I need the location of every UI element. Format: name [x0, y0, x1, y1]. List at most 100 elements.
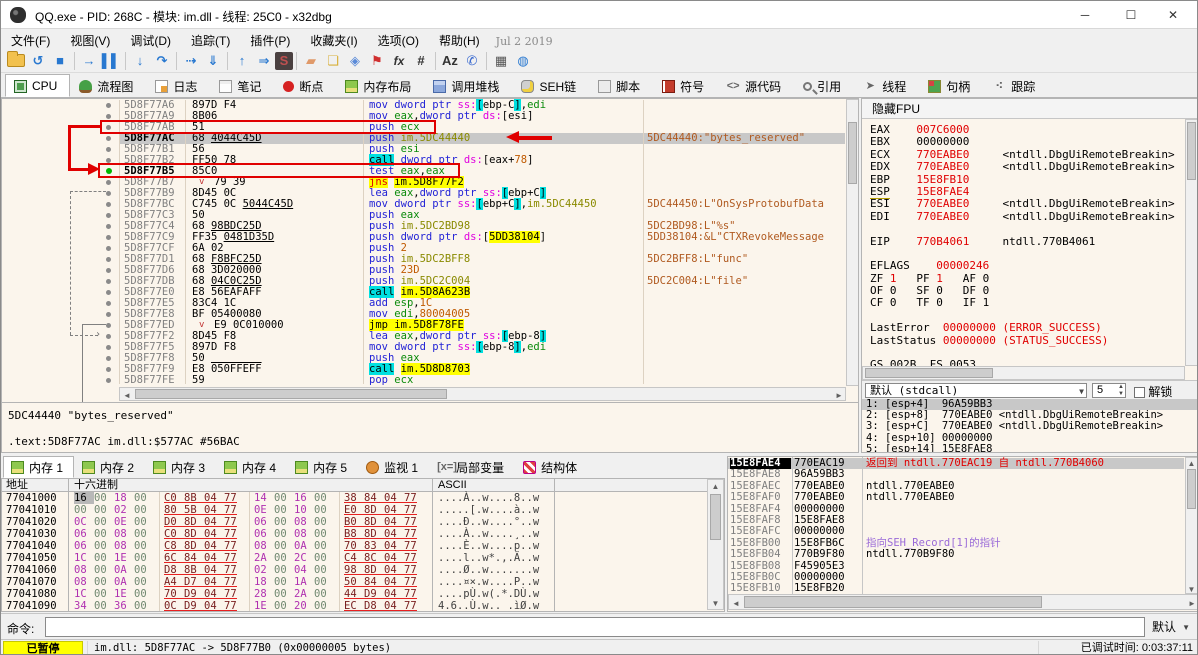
dump-tab-局部变量[interactable]: [x=] 局部变量 [429, 456, 515, 478]
globe-icon[interactable]: ◍ [512, 51, 534, 71]
function-icon[interactable]: fx [388, 51, 410, 71]
breakpoint-dot[interactable] [106, 213, 111, 218]
dump-tab-内存 4[interactable]: 内存 4 [216, 456, 287, 478]
dump-row[interactable]: 77041080 1C 00 1E 00 70 D9 04 77 28 00 2A 00 44 D9 04 77… [2, 588, 724, 600]
scroll-right-icon[interactable]: ► [832, 391, 846, 400]
argument-row[interactable]: 5: [esp+14] 15E8FAE8 [862, 443, 1197, 452]
minimize-button[interactable]: ─ [1065, 1, 1105, 29]
argument-row[interactable]: 3: [esp+C] 770EABE0 <ntdll.DbgUiRemoteBr… [862, 421, 1197, 432]
scroll-left-icon[interactable]: ◄ [729, 599, 743, 608]
dump-row[interactable]: 77041020 0C 00 0E 00 D0 8D 04 77 06 00 08 00 B0 8D 04 77… [2, 516, 724, 528]
open-file-icon[interactable] [7, 51, 25, 67]
breakpoint-dot[interactable] [106, 312, 111, 317]
disassembly-vscrollbar[interactable] [846, 99, 858, 386]
scrollbar-thumb[interactable] [710, 494, 721, 540]
close-button[interactable]: ✕ [1153, 1, 1193, 29]
command-profile-select[interactable]: 默认 ▼ [1147, 618, 1193, 636]
breakpoint-dot[interactable] [106, 268, 111, 273]
strings-icon[interactable]: S [275, 51, 293, 70]
disassembly-pane[interactable]: 5D8F77A6 897D F4 mov dword ptr ss:[ebp-C],… [1, 98, 859, 453]
scrollbar-thumb[interactable] [848, 122, 857, 184]
execute-till-return-icon[interactable]: ↑ [231, 51, 253, 71]
dump-row[interactable]: 77041050 1C 00 1E 00 6C 84 04 77 2A 00 2C 00 C4 8C 04 77… [2, 552, 724, 564]
stack-pane[interactable]: 15E8FAE4 770EAC19 返回到 ntdll.770EAC19 自 ntd… [727, 456, 1197, 612]
hide-fpu-button[interactable]: 隐藏FPU [862, 99, 1197, 119]
registers-pane[interactable]: 隐藏FPU EAX 007C6000 EBX 00000000 ECX 770EAB… [861, 98, 1197, 453]
breakpoint-dot[interactable] [106, 378, 111, 383]
dump-tab-内存 3[interactable]: 内存 3 [145, 456, 216, 478]
tab-跟踪[interactable]: ⁖ 跟踪 [983, 74, 1048, 97]
scrollbar-thumb[interactable] [1187, 469, 1196, 509]
tab-源代码[interactable]: <> 源代码 [717, 74, 794, 97]
breakpoint-dot[interactable] [106, 147, 111, 152]
unlock-checkbox[interactable]: 解锁 [1134, 383, 1172, 400]
stack-row[interactable]: 15E8FB04 770B9F80 ntdll.770B9F80 [728, 548, 1184, 560]
stop-icon[interactable]: ■ [49, 51, 71, 71]
run-to-user-code-icon[interactable]: ⇒ [253, 51, 275, 71]
breakpoint-dot[interactable] [106, 224, 111, 229]
dump-row[interactable]: 77041060 08 00 0A 00 D8 8B 04 77 02 00 04 00 98 8D 04 77… [2, 564, 724, 576]
dump-tab-内存 2[interactable]: 内存 2 [74, 456, 145, 478]
assemble-text-icon[interactable]: Az [439, 51, 461, 71]
disasm-row[interactable]: 5D8F77FE 59 pop ecx [2, 375, 858, 386]
breakpoint-dot[interactable] [106, 257, 111, 262]
maximize-button[interactable]: ☐ [1111, 1, 1151, 29]
scroll-down-icon[interactable]: ▼ [1186, 585, 1197, 594]
breakpoint-dot[interactable] [106, 323, 111, 328]
scroll-down-icon[interactable]: ▼ [708, 599, 723, 608]
patch-icon[interactable]: ▰ [300, 51, 322, 71]
dump-tab-内存 1[interactable]: 内存 1 [3, 456, 75, 478]
bookmark-icon[interactable]: ⚑ [366, 51, 388, 71]
breakpoint-dot[interactable] [106, 246, 111, 251]
calculator-icon[interactable]: ▦ [490, 51, 512, 71]
breakpoint-dot[interactable] [106, 114, 111, 119]
breakpoint-dot[interactable] [106, 345, 111, 350]
scrollbar-thumb[interactable] [1187, 122, 1196, 180]
breakpoint-dot[interactable] [106, 180, 111, 185]
tab-脚本[interactable]: 脚本 [589, 74, 653, 97]
tab-符号[interactable]: 符号 [653, 74, 717, 97]
breakpoint-dot[interactable] [106, 301, 111, 306]
registers-vscrollbar[interactable] [1185, 119, 1197, 366]
step-over-icon[interactable]: ↷ [151, 51, 173, 71]
breakpoint-dot[interactable] [106, 235, 111, 240]
pause-icon[interactable]: ▌▌ [100, 51, 122, 71]
tab-断点[interactable]: 断点 [274, 74, 336, 97]
argument-count-stepper[interactable]: 5 ▲ ▼ [1092, 383, 1126, 398]
scrollbar-thumb[interactable] [135, 389, 447, 399]
breakpoint-dot[interactable] [106, 103, 111, 108]
dump-vscrollbar[interactable]: ▲ ▼ [707, 479, 724, 610]
tab-流程图[interactable]: 流程图 [70, 74, 146, 97]
tab-调用堆栈[interactable]: 调用堆栈 [424, 74, 512, 97]
phone-icon[interactable]: ✆ [461, 51, 483, 71]
dump-row[interactable]: 77041070 08 00 0A 00 A4 D7 04 77 18 00 1A 00 50 84 04 77… [2, 576, 724, 588]
breakpoint-dot[interactable] [106, 334, 111, 339]
stack-row[interactable]: 15E8FB10 15E8FB20 [728, 582, 1184, 594]
dump-tab-监视 1[interactable]: 监视 1 [358, 456, 429, 478]
tab-CPU[interactable]: CPU [5, 74, 71, 97]
dump-row[interactable]: 77041030 06 00 08 00 C0 8D 04 77 06 00 08 00 B8 8D 04 77… [2, 528, 724, 540]
run-to-selection-icon[interactable]: ⇢ [180, 51, 202, 71]
checkbox-icon[interactable] [1134, 387, 1145, 398]
scroll-up-icon[interactable]: ▲ [1186, 459, 1197, 468]
memory-dump-pane[interactable]: 地址 十六进制 ASCII 77041000 16 00 18 00 C0 8B 04 77 14… [1, 479, 725, 612]
dump-row[interactable]: 77041040 06 00 08 00 C8 8D 04 77 08 00 0A 00 70 83 04 77… [2, 540, 724, 552]
calling-convention-select[interactable]: 默认 (stdcall) ▼ [865, 383, 1087, 398]
dump-tab-内存 5[interactable]: 内存 5 [287, 456, 358, 478]
stack-vscrollbar[interactable]: ▲ ▼ [1185, 457, 1197, 594]
restart-icon[interactable]: ↺ [27, 51, 49, 71]
scroll-right-icon[interactable]: ► [1185, 599, 1197, 608]
scrollbar-thumb[interactable] [744, 596, 1042, 608]
comment-icon[interactable]: ❏ [322, 51, 344, 71]
registers-hscrollbar[interactable] [862, 366, 1185, 380]
hash-icon[interactable]: # [410, 51, 432, 71]
stack-hscrollbar[interactable]: ◄ ► [728, 594, 1197, 610]
dump-row[interactable]: 77041000 16 00 18 00 C0 8B 04 77 14 00 16 00 38 84 04 77… [2, 492, 724, 504]
scroll-left-icon[interactable]: ◄ [120, 391, 134, 400]
breakpoint-dot[interactable] [106, 367, 111, 372]
breakpoint-dot[interactable] [106, 191, 111, 196]
step-into-source-icon[interactable]: ⇓ [202, 51, 224, 71]
tab-句柄[interactable]: 句柄 [919, 74, 983, 97]
scrollbar-thumb[interactable] [865, 368, 993, 378]
label-icon[interactable]: ◈ [344, 51, 366, 71]
